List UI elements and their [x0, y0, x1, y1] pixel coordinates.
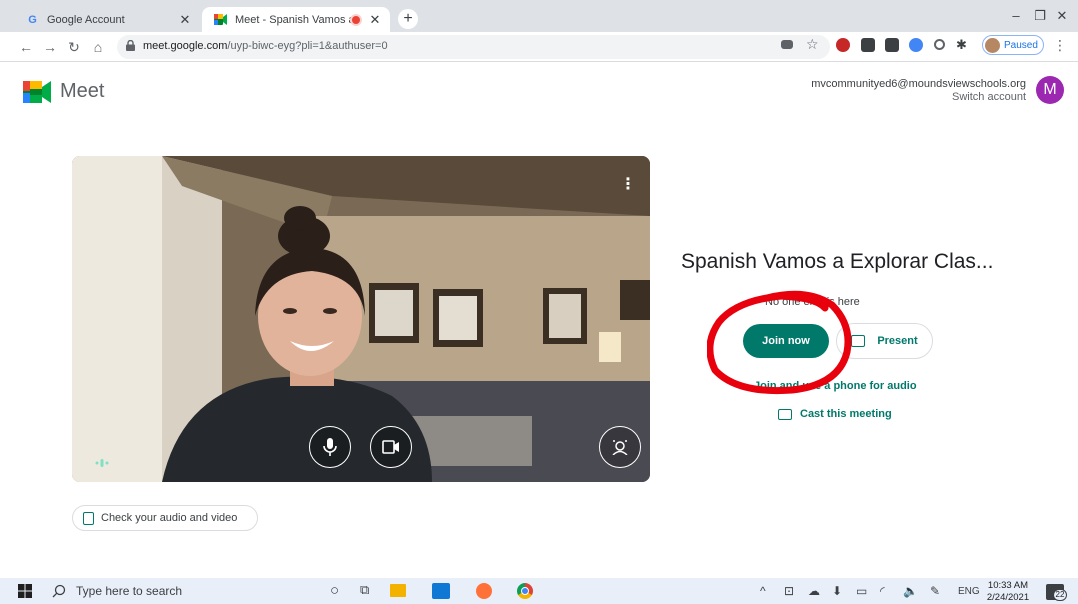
join-now-button[interactable]: Join now [743, 324, 829, 358]
show-hidden-icons-icon[interactable]: ^ [760, 584, 766, 598]
close-tab-icon[interactable]: ✕ [368, 12, 382, 28]
present-button[interactable]: Present [836, 323, 933, 359]
extensions-puzzle-icon[interactable]: ✱ [956, 38, 970, 52]
system-clock[interactable]: 10:33 AM 2/24/2021 [985, 580, 1031, 604]
google-g-icon: G [28, 13, 37, 26]
mic-tray-icon[interactable]: ⬇ [832, 584, 842, 598]
windows-taskbar: Type here to search ○ ⧉ ^ ⊡ ☁ ⬇ ▭ ◜ 🔈 ✎ … [0, 578, 1078, 604]
restore-icon[interactable]: ❐ [1030, 8, 1050, 24]
profile-paused-button[interactable]: Paused [982, 35, 1044, 55]
self-view-video: ⋮ [72, 156, 650, 482]
minimize-icon[interactable]: – [1006, 8, 1026, 23]
visual-effects-button[interactable] [599, 426, 641, 468]
profile-avatar-icon [985, 37, 1000, 53]
cast-meeting-link[interactable]: Cast this meeting [778, 408, 892, 420]
use-phone-audio-link[interactable]: Join and use a phone for audio [754, 380, 917, 392]
search-placeholder: Type here to search [76, 584, 183, 598]
file-explorer-icon[interactable] [390, 584, 406, 597]
volume-icon[interactable]: 🔈 [903, 584, 918, 598]
present-label: Present [877, 335, 918, 347]
meet-logo-icon [23, 81, 51, 103]
meet-icon [214, 13, 227, 26]
microphone-icon [323, 438, 337, 456]
avatar[interactable]: M [1036, 76, 1064, 104]
search-icon [52, 584, 66, 598]
check-av-label: Check your audio and video [101, 512, 238, 524]
task-view-icon[interactable]: ⧉ [360, 582, 369, 598]
participant-status: No one else is here [765, 296, 860, 308]
bookmark-star-icon[interactable]: ☆ [806, 37, 820, 51]
lock-icon [126, 40, 135, 51]
firefox-icon[interactable] [476, 583, 492, 599]
meeting-title: Spanish Vamos a Explorar Clas... [681, 250, 994, 273]
close-window-icon[interactable]: ✕ [1052, 8, 1072, 24]
audio-level-icon [95, 459, 109, 467]
security-icon[interactable]: ⊡ [784, 584, 794, 598]
camera-preview-image [72, 156, 650, 482]
forward-icon[interactable]: → [42, 39, 58, 55]
camera-icon [382, 440, 399, 454]
extension-circle-icon[interactable] [934, 39, 945, 50]
home-icon[interactable]: ⌂ [90, 39, 106, 55]
effects-icon [612, 440, 628, 455]
check-audio-video-button[interactable]: Check your audio and video [72, 505, 258, 531]
microphone-toggle-button[interactable] [309, 426, 351, 468]
browser-tab-strip: G Google Account ✕ Meet - Spanish Vamos … [0, 0, 1078, 32]
wifi-icon[interactable]: ◜ [880, 584, 885, 598]
extension-dash-icon[interactable] [885, 38, 899, 52]
new-tab-button[interactable]: + [398, 9, 418, 29]
tab-title: Meet - Spanish Vamos a Exp [235, 13, 352, 26]
clock-date: 2/24/2021 [986, 592, 1030, 603]
switch-account-link[interactable]: Switch account [952, 91, 1026, 103]
tab-title: Google Account [47, 13, 125, 26]
notification-count-badge: 22 [1053, 589, 1067, 601]
taskbar-search[interactable]: Type here to search [48, 578, 308, 604]
address-bar[interactable]: meet.google.com/uyp-biwc-eyg?pli=1&authu… [117, 35, 830, 59]
tab-google-account[interactable]: G Google Account ✕ [14, 7, 200, 32]
account-email: mvcommunityed6@moundsviewschools.org [811, 78, 1026, 90]
extension-google-icon[interactable] [909, 38, 923, 52]
chrome-menu-icon[interactable]: ⋮ [1053, 38, 1067, 52]
url-host: meet.google.com [143, 40, 228, 52]
present-screen-icon [851, 335, 866, 347]
close-tab-icon[interactable]: ✕ [178, 12, 192, 28]
cast-icon [778, 408, 792, 420]
extension-square-icon[interactable] [861, 38, 875, 52]
profile-status: Paused [1004, 39, 1038, 51]
cast-label: Cast this meeting [800, 408, 892, 420]
onedrive-icon[interactable]: ☁ [808, 584, 820, 598]
pen-icon[interactable]: ✎ [930, 584, 940, 598]
windows-start-icon[interactable] [18, 584, 32, 598]
clock-time: 10:33 AM [987, 580, 1029, 591]
battery-icon[interactable]: ▭ [856, 584, 867, 598]
tab-meet[interactable]: Meet - Spanish Vamos a Exp ✕ [202, 7, 390, 32]
back-icon[interactable]: ← [18, 39, 34, 55]
reload-icon[interactable]: ↻ [66, 39, 82, 56]
input-language[interactable]: ENG [958, 586, 980, 597]
camera-toggle-button[interactable] [370, 426, 412, 468]
url-path: /uyp-biwc-eyg?pli=1&authuser=0 [227, 40, 388, 52]
chrome-icon[interactable] [517, 583, 533, 599]
meet-brand: Meet [60, 80, 105, 102]
check-device-icon [83, 511, 94, 525]
adblock-extension-icon[interactable] [836, 38, 850, 52]
camera-in-use-icon[interactable] [781, 40, 793, 49]
cortana-icon[interactable]: ○ [330, 582, 339, 599]
recording-indicator-icon [352, 15, 360, 24]
outlook-icon[interactable] [432, 583, 450, 599]
video-menu-icon[interactable]: ⋮ [620, 174, 636, 194]
